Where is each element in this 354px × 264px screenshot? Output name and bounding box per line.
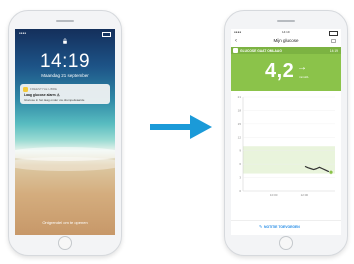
notification-body: Glucose in het laag onder uw drempelwaar… xyxy=(24,97,85,102)
pencil-icon: ✎ xyxy=(259,224,263,229)
card-header: GLUCOSE GAAT OMLAAG 14:19 xyxy=(231,47,341,54)
lock-screen: ●●●● 14:19 Maandag 21 september FREESTYL… xyxy=(15,29,115,235)
y-tick-label: 15 xyxy=(238,122,242,126)
sensor-icon xyxy=(233,48,238,53)
current-reading-point xyxy=(328,169,334,175)
glucose-value: 4,2 xyxy=(265,60,295,82)
footer: ✎ NOTITIE TOEVOEGEN xyxy=(231,220,341,231)
y-tick-label: 6 xyxy=(239,162,241,166)
lock-date: Maandag 21 september xyxy=(41,73,89,78)
add-note-button[interactable]: NOTITIE TOEVOEGEN xyxy=(264,225,300,229)
page-title: Mijn glucose xyxy=(273,38,299,43)
y-tick-label: 18 xyxy=(238,108,242,112)
status-bar: ●●●● xyxy=(19,31,111,37)
lock-screen-phone: ●●●● 14:19 Maandag 21 september FREESTYL… xyxy=(8,10,122,256)
y-tick-label: 12 xyxy=(238,135,242,139)
home-button[interactable] xyxy=(58,236,72,250)
glucose-chart-svg: 21 18 15 12 9 6 3 0 10:00 12:00 xyxy=(238,95,335,197)
page-indicator xyxy=(60,228,70,231)
status-bar: ●●●● 14:19 xyxy=(234,30,338,36)
trend-arrow-icon: → xyxy=(297,62,307,73)
glucose-chart: 21 18 15 12 9 6 3 0 10:00 12:00 xyxy=(231,93,341,205)
unlock-hint[interactable]: Ontgrendel om te openen xyxy=(15,220,115,225)
app-phone: ●●●● 14:19 ‹ Mijn glucose GLUCOSE GAAT O… xyxy=(224,10,348,256)
signal-icon: ●●●● xyxy=(19,31,27,35)
nav-bar: ‹ Mijn glucose xyxy=(231,37,341,46)
share-icon[interactable] xyxy=(331,39,336,43)
notification-app-name: FREESTYLE LIBRE xyxy=(30,87,58,91)
status-time: 14:19 xyxy=(282,30,290,34)
notification-title: Laag glucose alarm ⚠ xyxy=(24,93,60,97)
glucose-status-label: GLUCOSE GAAT OMLAAG xyxy=(240,48,282,53)
glucose-alarm-notification[interactable]: FREESTYLE LIBRE Laag glucose alarm ⚠ Glu… xyxy=(20,84,110,104)
app-icon xyxy=(23,87,28,92)
right-arrow-icon xyxy=(150,115,212,139)
glucose-unit: mmol/L xyxy=(299,75,309,79)
signal-icon: ●●●● xyxy=(234,30,242,34)
y-tick-label: 3 xyxy=(239,176,241,180)
x-tick-label: 10:00 xyxy=(270,193,278,197)
battery-icon xyxy=(102,32,111,37)
phone-speaker xyxy=(56,20,74,22)
phone-speaker xyxy=(277,20,295,22)
y-tick-label: 0 xyxy=(239,189,241,193)
y-tick-label: 9 xyxy=(239,149,241,153)
x-tick-label: 12:00 xyxy=(301,193,309,197)
y-tick-label: 21 xyxy=(238,95,242,99)
padlock-icon xyxy=(63,38,67,44)
home-button[interactable] xyxy=(279,236,293,250)
reading-time: 14:19 xyxy=(329,48,338,53)
wave-foam xyxy=(15,157,115,171)
glucose-card: GLUCOSE GAAT OMLAAG 14:19 4,2 → mmol/L xyxy=(231,47,341,91)
battery-icon xyxy=(329,31,338,36)
lock-time: 14:19 xyxy=(39,51,91,72)
app-screen: ●●●● 14:19 ‹ Mijn glucose GLUCOSE GAAT O… xyxy=(231,29,341,235)
target-range-band xyxy=(243,146,335,174)
